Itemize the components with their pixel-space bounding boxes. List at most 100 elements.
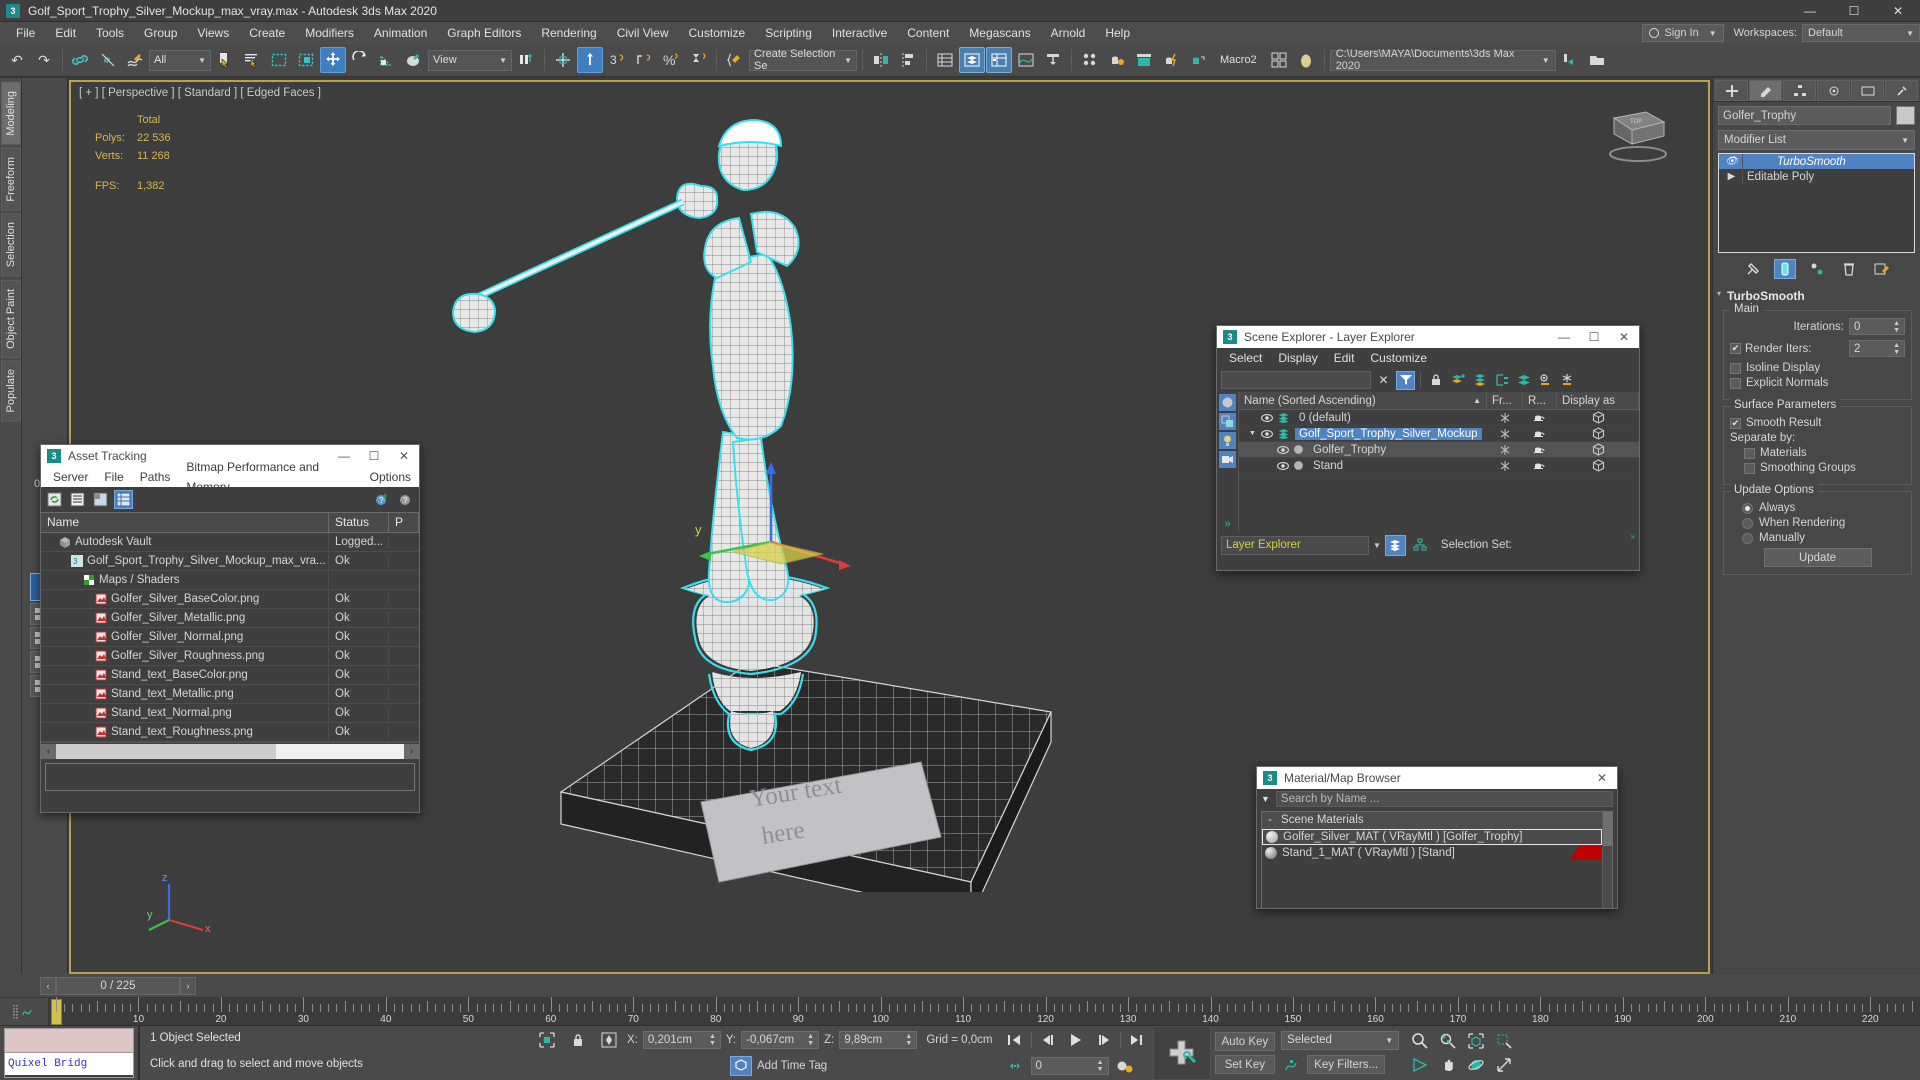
lock-icon[interactable]: [1426, 371, 1445, 390]
smooth-result-checkbox[interactable]: ✔ Smooth Result: [1730, 417, 1905, 429]
orbit-icon[interactable]: [1463, 1054, 1489, 1076]
asset-tracking-window[interactable]: 3 Asset Tracking — ☐ ✕ Server File Paths…: [40, 444, 420, 813]
menu-civil-view[interactable]: Civil View: [607, 22, 679, 44]
update-button[interactable]: Update: [1763, 548, 1872, 567]
scroll-thumb[interactable]: [1603, 812, 1613, 846]
bind-to-space-warp-icon[interactable]: [122, 47, 148, 73]
x-coordinate-input[interactable]: 0,201cm ▲ ▼: [642, 1031, 721, 1049]
named-selection-sets-dropdown[interactable]: Create Selection Se ▼: [749, 48, 857, 72]
unlink-selection-icon[interactable]: [95, 47, 121, 73]
row-name-cell[interactable]: Golfer_Trophy: [1239, 444, 1487, 456]
vtab-modeling[interactable]: Modeling: [0, 82, 21, 145]
help-icon[interactable]: ?: [396, 490, 415, 509]
se-menu-customize[interactable]: Customize: [1362, 348, 1435, 368]
scene-explorer-search-input[interactable]: [1221, 371, 1371, 389]
se-menu-select[interactable]: Select: [1221, 348, 1270, 368]
time-tag-icon[interactable]: [730, 1056, 752, 1076]
zoom-icon[interactable]: [1407, 1030, 1433, 1052]
tab-motion[interactable]: [1817, 80, 1850, 101]
table-row[interactable]: Golfer_Silver_Roughness.png Ok: [41, 646, 419, 666]
material-list-scrollbar[interactable]: [1602, 812, 1613, 908]
selection-lock-region-icon[interactable]: [534, 1029, 560, 1051]
snaps-toggle-icon[interactable]: [550, 47, 576, 73]
menu-rendering[interactable]: Rendering: [531, 22, 606, 44]
col-path[interactable]: P: [389, 513, 419, 532]
select-and-move-icon[interactable]: [320, 47, 346, 73]
material-browser-titlebar[interactable]: 3 Material/Map Browser ✕: [1257, 767, 1617, 789]
material-map-browser-window[interactable]: 3 Material/Map Browser ✕ ▼ Search by Nam…: [1256, 766, 1618, 909]
spinner-snap-toggle-icon[interactable]: [631, 47, 657, 73]
col-name[interactable]: Name: [41, 513, 329, 532]
open-file-icon[interactable]: [1584, 47, 1610, 73]
render-iterative-icon[interactable]: [1185, 47, 1211, 73]
menu-group[interactable]: Group: [134, 22, 187, 44]
spinner-arrows-icon[interactable]: ▲ ▼: [1893, 342, 1900, 356]
menu-arnold[interactable]: Arnold: [1041, 22, 1096, 44]
mb-close-button[interactable]: ✕: [1587, 767, 1617, 789]
object-name-field[interactable]: Golfer_Trophy: [1718, 106, 1891, 125]
mirror-icon[interactable]: [868, 47, 894, 73]
track-bar[interactable]: 10 20 30 40 50 60 70 80 90 100 110 120 130 140 150 160 1…: [0, 997, 1920, 1026]
filter-icon[interactable]: [1396, 370, 1415, 390]
set-project-folder-icon[interactable]: [1557, 47, 1583, 73]
maximize-viewport-toggle-icon[interactable]: [1491, 1054, 1517, 1076]
redo-icon[interactable]: ↷: [31, 47, 57, 73]
close-button[interactable]: ✕: [1876, 0, 1920, 22]
previous-frame-icon[interactable]: [1036, 1029, 1060, 1051]
display-as-box-cell[interactable]: [1557, 427, 1639, 440]
display-as-box-cell[interactable]: [1557, 411, 1639, 424]
goto-start-icon[interactable]: [1003, 1029, 1027, 1051]
scroll-thumb[interactable]: [56, 743, 276, 759]
next-frame-button[interactable]: ›: [180, 976, 196, 995]
vtab-object-paint[interactable]: Object Paint: [0, 279, 21, 358]
vtab-freeform[interactable]: Freeform: [0, 147, 21, 211]
remove-modifier-icon[interactable]: [1838, 259, 1860, 279]
table-row[interactable]: Stand_text_Roughness.png Ok: [41, 722, 419, 742]
table-row[interactable]: Autodesk Vault Logged...: [41, 532, 419, 552]
curve-editor-icon[interactable]: [1013, 47, 1039, 73]
se-minimize-button[interactable]: —: [1549, 326, 1579, 348]
renderable-cell[interactable]: [1523, 444, 1557, 455]
layer-mode-icon[interactable]: [1384, 534, 1406, 556]
menu-help[interactable]: Help: [1095, 22, 1140, 44]
reference-coordinate-dropdown[interactable]: View ▼: [428, 49, 512, 71]
display-shapes-icon[interactable]: [1219, 413, 1236, 430]
material-list[interactable]: - Scene Materials Golfer_Silver_MAT ( VR…: [1261, 811, 1613, 909]
use-pivot-point-center-icon[interactable]: [513, 47, 539, 73]
update-when-rendering-radio[interactable]: When Rendering: [1742, 517, 1905, 529]
table-row[interactable]: Stand_text_BaseColor.png Ok: [41, 665, 419, 685]
scene-explorer-titlebar[interactable]: 3 Scene Explorer - Layer Explorer — ☐ ✕: [1217, 326, 1639, 348]
y-coordinate-input[interactable]: -0,067cm ▲ ▼: [741, 1031, 820, 1049]
row-name-cell[interactable]: 0 (default): [1239, 412, 1487, 424]
visibility-toggle-icon[interactable]: [1261, 413, 1273, 423]
col-status[interactable]: Status: [329, 513, 389, 532]
asset-name-cell[interactable]: Stand_text_BaseColor.png: [41, 665, 329, 685]
render-iters-checkbox[interactable]: ✔: [1730, 343, 1741, 354]
zoom-region-icon[interactable]: [1491, 1030, 1517, 1052]
toggle-scene-explorer-icon[interactable]: [932, 47, 958, 73]
at-menu-server[interactable]: Server: [45, 467, 96, 487]
modifier-row-turbosmooth[interactable]: 👁 TurboSmooth: [1719, 154, 1914, 169]
col-name[interactable]: Name (Sorted Ascending) ▲: [1239, 391, 1487, 410]
rectangular-selection-region-icon[interactable]: [266, 47, 292, 73]
timeline-ruler[interactable]: 10 20 30 40 50 60 70 80 90 100 110 120 130 140 150 160 1…: [48, 997, 1920, 1025]
at-menu-paths[interactable]: Paths: [132, 467, 179, 487]
add-layer-icon[interactable]: [1448, 371, 1467, 390]
set-current-layer-icon[interactable]: [1514, 371, 1533, 390]
manage-layers-icon[interactable]: [986, 47, 1012, 73]
goto-end-icon[interactable]: [1125, 1029, 1149, 1051]
scene-explorer-row[interactable]: Stand: [1239, 458, 1639, 474]
chevron-down-icon[interactable]: ▼: [1373, 541, 1381, 550]
table-row[interactable]: Maps / Shaders: [41, 570, 419, 590]
asset-name-cell[interactable]: Stand_text_Roughness.png: [41, 722, 329, 742]
at-menu-file[interactable]: File: [96, 467, 131, 487]
freeze-layer-icon[interactable]: [1558, 371, 1577, 390]
material-search-input[interactable]: Search by Name ...: [1275, 791, 1613, 807]
row-name-cell[interactable]: Stand: [1239, 460, 1487, 472]
scroll-track[interactable]: [56, 743, 404, 759]
add-time-tag-label[interactable]: Add Time Tag: [757, 1060, 827, 1072]
expand-sidebar-icon[interactable]: »: [1224, 518, 1230, 532]
time-configuration-icon[interactable]: [1113, 1055, 1137, 1077]
asset-name-cell[interactable]: Stand_text_Metallic.png: [41, 684, 329, 704]
select-and-scale-icon[interactable]: [374, 47, 400, 73]
